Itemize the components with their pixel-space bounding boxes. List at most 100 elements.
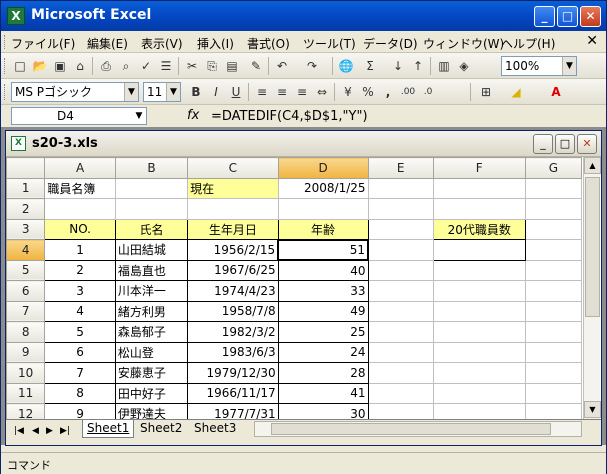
vertical-scroll-thumb[interactable] xyxy=(585,177,600,317)
workbook-maximize-button[interactable]: □ xyxy=(555,134,575,154)
zoom-select[interactable]: 100% ▼ xyxy=(501,56,577,76)
decrease-decimal-button[interactable]: .0 xyxy=(419,83,437,101)
cell[interactable]: 1974/4/23 xyxy=(187,280,279,302)
bold-button[interactable]: B xyxy=(187,83,205,101)
row-header[interactable]: 3 xyxy=(6,218,46,240)
cell[interactable] xyxy=(367,280,434,302)
cell[interactable] xyxy=(432,321,526,343)
next-sheet-icon[interactable]: ▶ xyxy=(46,426,53,436)
close-button[interactable]: ✕ xyxy=(580,6,601,27)
column-header[interactable]: E xyxy=(367,157,434,179)
cell[interactable] xyxy=(367,239,434,261)
cell[interactable]: 6 xyxy=(44,341,116,363)
cell[interactable]: 1982/3/2 xyxy=(187,321,279,343)
cell[interactable]: 51 xyxy=(277,238,370,261)
sort-descending-icon[interactable]: ↑ xyxy=(409,57,427,75)
cell[interactable]: 氏名 xyxy=(114,218,189,240)
cell[interactable] xyxy=(44,198,116,220)
cell[interactable] xyxy=(367,362,434,384)
cell[interactable] xyxy=(367,341,434,363)
row-header[interactable]: 4 xyxy=(6,239,46,261)
tab-sheet2[interactable]: Sheet2 xyxy=(136,420,186,438)
row-header[interactable]: 8 xyxy=(6,321,46,343)
cell[interactable]: 福島直也 xyxy=(114,259,189,281)
fx-icon[interactable]: fx xyxy=(187,108,199,123)
formula-input[interactable]: =DATEDIF(C4,$D$1,"Y") xyxy=(211,109,368,124)
hyperlink-icon[interactable]: 🌐 xyxy=(337,57,355,75)
menu-window[interactable]: ウィンドウ(W) xyxy=(423,35,504,52)
cell[interactable] xyxy=(524,300,582,322)
cell[interactable] xyxy=(524,239,582,261)
row-header[interactable]: 11 xyxy=(6,382,46,404)
cell[interactable]: 安藤恵子 xyxy=(114,362,189,384)
autosum-icon[interactable]: Σ xyxy=(361,57,379,75)
cell[interactable]: 2 xyxy=(44,259,116,281)
increase-decimal-button[interactable]: .00 xyxy=(399,83,417,101)
cell[interactable]: 9 xyxy=(44,403,116,419)
sort-ascending-icon[interactable]: ↓ xyxy=(389,57,407,75)
cell[interactable]: 8 xyxy=(44,382,116,404)
cell[interactable]: 1956/2/15 xyxy=(187,239,279,261)
cell[interactable] xyxy=(524,218,582,240)
undo-icon[interactable]: ↶ xyxy=(273,57,291,75)
last-sheet-icon[interactable]: ▶| xyxy=(60,426,70,436)
align-right-icon[interactable]: ≡ xyxy=(293,83,311,101)
cell[interactable]: 4 xyxy=(44,300,116,322)
menu-edit[interactable]: 編集(E) xyxy=(87,35,128,52)
cell[interactable]: 伊野達夫 xyxy=(114,403,189,419)
doc-close-icon[interactable]: ✕ xyxy=(586,33,598,49)
first-sheet-icon[interactable]: |◀ xyxy=(14,426,24,436)
column-header[interactable]: F xyxy=(432,157,526,179)
prev-sheet-icon[interactable]: ◀ xyxy=(32,426,39,436)
cell[interactable] xyxy=(524,198,582,220)
italic-button[interactable]: I xyxy=(207,83,225,101)
column-header[interactable]: C xyxy=(187,157,279,179)
maximize-button[interactable]: □ xyxy=(557,6,578,27)
scroll-down-icon[interactable]: ▼ xyxy=(584,401,601,418)
cell[interactable]: 年齢 xyxy=(277,218,369,240)
cell[interactable] xyxy=(432,259,526,281)
cell[interactable] xyxy=(367,259,434,281)
cell[interactable]: 森島郁子 xyxy=(114,321,189,343)
row-header[interactable]: 12 xyxy=(6,403,46,419)
column-header[interactable]: G xyxy=(524,157,582,179)
cell[interactable]: 緒方利男 xyxy=(114,300,189,322)
cell[interactable]: 7 xyxy=(44,362,116,384)
align-left-icon[interactable]: ≡ xyxy=(253,83,271,101)
spelling-icon[interactable]: ✓ xyxy=(137,57,155,75)
cell[interactable] xyxy=(432,198,526,220)
cell[interactable]: 3 xyxy=(44,280,116,302)
cut-icon[interactable]: ✂ xyxy=(183,57,201,75)
cell[interactable]: 1983/6/3 xyxy=(187,341,279,363)
cell[interactable]: 49 xyxy=(277,300,369,322)
font-color-icon[interactable]: A xyxy=(547,83,565,101)
cell[interactable]: 田中好子 xyxy=(114,382,189,404)
menu-tools[interactable]: ツール(T) xyxy=(303,35,356,52)
cell[interactable] xyxy=(367,321,434,343)
row-header[interactable]: 6 xyxy=(6,280,46,302)
cell[interactable]: 20代職員数 xyxy=(432,218,526,240)
cell[interactable] xyxy=(524,259,582,281)
cell[interactable]: 1958/7/8 xyxy=(187,300,279,322)
cell[interactable] xyxy=(524,321,582,343)
cell[interactable] xyxy=(367,382,434,404)
cell[interactable] xyxy=(187,198,279,220)
cell[interactable]: 職員名簿 xyxy=(44,177,116,199)
menu-data[interactable]: データ(D) xyxy=(363,35,418,52)
vertical-scrollbar[interactable]: ▲ ▼ xyxy=(583,157,601,419)
cell[interactable]: 1 xyxy=(44,239,116,261)
cell[interactable]: 1966/11/17 xyxy=(187,382,279,404)
save-icon[interactable]: ▣ xyxy=(51,57,69,75)
menu-insert[interactable]: 挿入(I) xyxy=(197,35,234,52)
horizontal-scroll-thumb[interactable] xyxy=(271,423,551,435)
currency-icon[interactable]: ¥ xyxy=(339,83,357,101)
cell[interactable]: 40 xyxy=(277,259,369,281)
chevron-down-icon[interactable]: ▼ xyxy=(124,83,138,101)
cell[interactable]: 1979/12/30 xyxy=(187,362,279,384)
cell[interactable] xyxy=(367,198,434,220)
cell[interactable]: 28 xyxy=(277,362,369,384)
menu-format[interactable]: 書式(O) xyxy=(247,35,290,52)
cell[interactable]: 25 xyxy=(277,321,369,343)
chart-wizard-icon[interactable]: ▥ xyxy=(435,57,453,75)
cell[interactable]: 現在 xyxy=(187,177,279,199)
